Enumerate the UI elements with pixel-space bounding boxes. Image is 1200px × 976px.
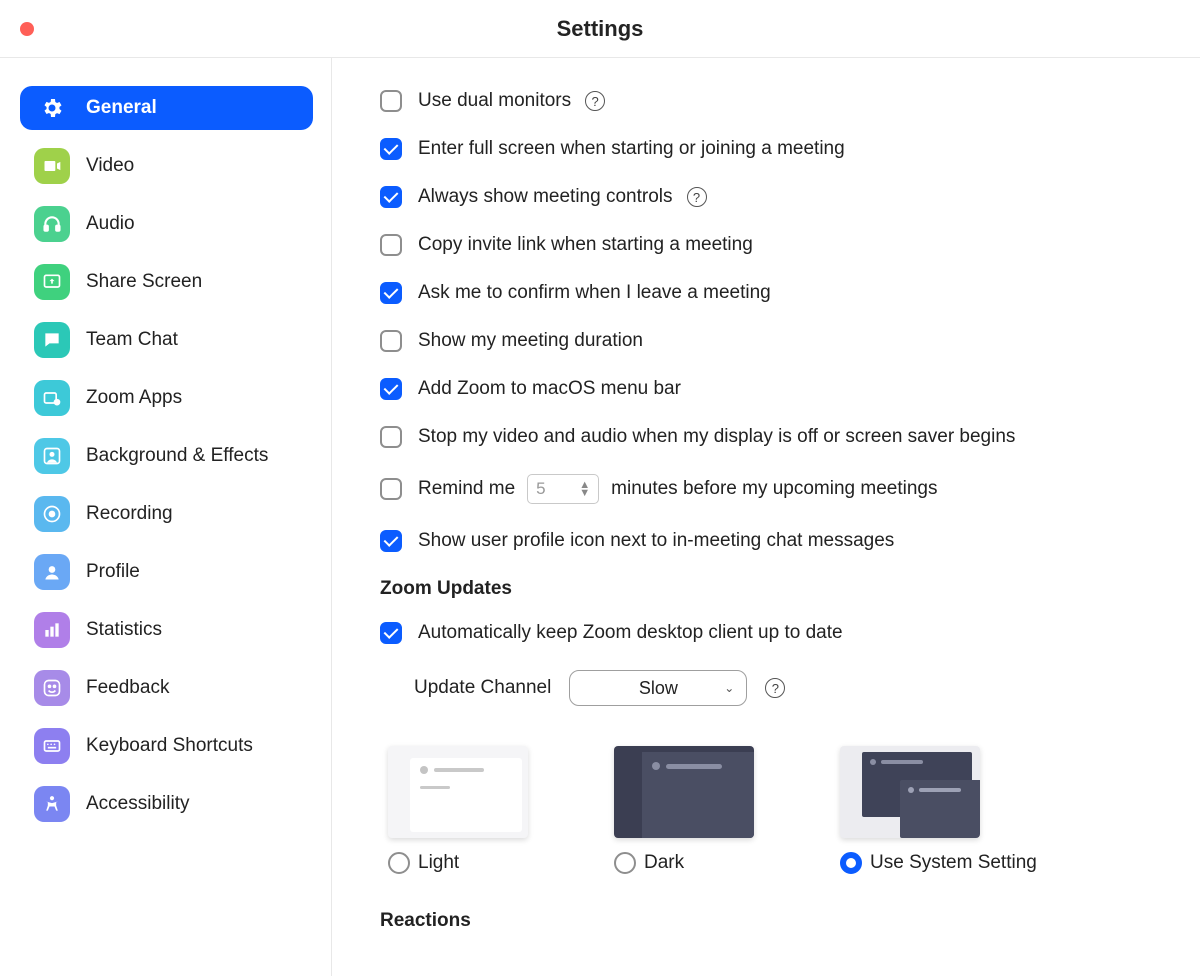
sidebar-item-label: Team Chat (86, 329, 178, 351)
theme-thumbnail-dark (614, 746, 754, 838)
label-copy-invite: Copy invite link when starting a meeting (418, 234, 753, 256)
label-show-duration: Show my meeting duration (418, 330, 643, 352)
chevron-down-icon: ⌄ (724, 681, 734, 695)
record-icon (34, 496, 70, 532)
sidebar-item-zoom-apps[interactable]: Zoom Apps (20, 376, 313, 420)
theme-option-light[interactable]: Light (388, 746, 548, 874)
title-bar: Settings (0, 0, 1200, 58)
help-icon[interactable]: ? (687, 187, 707, 207)
sidebar-item-label: Statistics (86, 619, 162, 641)
theme-thumbnail-light (388, 746, 528, 838)
sidebar-item-label: Background & Effects (86, 445, 268, 467)
accessibility-icon (34, 786, 70, 822)
label-remind-pre: Remind me (418, 478, 515, 500)
checkbox-confirm-leave[interactable] (380, 282, 402, 304)
label-menu-bar: Add Zoom to macOS menu bar (418, 378, 681, 400)
update-channel-value: Slow (639, 678, 678, 699)
checkbox-stop-av[interactable] (380, 426, 402, 448)
sidebar-item-label: Zoom Apps (86, 387, 182, 409)
apps-icon (34, 380, 70, 416)
sidebar: General Video Audio Share Screen Team Ch… (0, 58, 332, 976)
checkbox-remind-me[interactable] (380, 478, 402, 500)
label-dual-monitors: Use dual monitors (418, 90, 571, 112)
sidebar-item-label: Share Screen (86, 271, 202, 293)
section-heading-updates: Zoom Updates (380, 578, 1170, 600)
theme-label: Use System Setting (870, 852, 1037, 874)
label-update-channel: Update Channel (414, 677, 551, 699)
section-heading-reactions: Reactions (380, 910, 1170, 932)
close-window-button[interactable] (20, 22, 34, 36)
checkbox-show-duration[interactable] (380, 330, 402, 352)
label-full-screen: Enter full screen when starting or joini… (418, 138, 845, 160)
keyboard-icon (34, 728, 70, 764)
theme-label: Light (418, 852, 459, 874)
sidebar-item-team-chat[interactable]: Team Chat (20, 318, 313, 362)
checkbox-dual-monitors[interactable] (380, 90, 402, 112)
sidebar-item-label: General (86, 97, 157, 119)
sidebar-item-label: Accessibility (86, 793, 189, 815)
label-stop-av: Stop my video and audio when my display … (418, 426, 1015, 448)
sidebar-item-video[interactable]: Video (20, 144, 313, 188)
settings-content: Use dual monitors ? Enter full screen wh… (332, 58, 1200, 976)
radio-theme-system[interactable] (840, 852, 862, 874)
headphones-icon (34, 206, 70, 242)
radio-theme-dark[interactable] (614, 852, 636, 874)
label-always-controls: Always show meeting controls (418, 186, 673, 208)
theme-label: Dark (644, 852, 684, 874)
sidebar-item-keyboard-shortcuts[interactable]: Keyboard Shortcuts (20, 724, 313, 768)
checkbox-menu-bar[interactable] (380, 378, 402, 400)
sidebar-item-label: Video (86, 155, 134, 177)
sidebar-item-general[interactable]: General (20, 86, 313, 130)
theme-option-dark[interactable]: Dark (614, 746, 774, 874)
video-icon (34, 148, 70, 184)
sidebar-item-statistics[interactable]: Statistics (20, 608, 313, 652)
sidebar-item-label: Audio (86, 213, 135, 235)
remind-minutes-stepper[interactable]: 5 ▲▼ (527, 474, 599, 504)
stepper-arrows-icon: ▲▼ (579, 481, 590, 497)
label-show-profile: Show user profile icon next to in-meetin… (418, 530, 894, 552)
chat-icon (34, 322, 70, 358)
sidebar-item-label: Profile (86, 561, 140, 583)
sidebar-item-label: Recording (86, 503, 173, 525)
checkbox-full-screen[interactable] (380, 138, 402, 160)
update-channel-select[interactable]: Slow ⌄ (569, 670, 747, 706)
sidebar-item-background-effects[interactable]: Background & Effects (20, 434, 313, 478)
label-auto-update: Automatically keep Zoom desktop client u… (418, 622, 843, 644)
radio-theme-light[interactable] (388, 852, 410, 874)
sidebar-item-share-screen[interactable]: Share Screen (20, 260, 313, 304)
sidebar-item-accessibility[interactable]: Accessibility (20, 782, 313, 826)
sidebar-item-audio[interactable]: Audio (20, 202, 313, 246)
sidebar-item-feedback[interactable]: Feedback (20, 666, 313, 710)
help-icon[interactable]: ? (585, 91, 605, 111)
theme-thumbnail-system (840, 746, 980, 838)
checkbox-auto-update[interactable] (380, 622, 402, 644)
sidebar-item-profile[interactable]: Profile (20, 550, 313, 594)
theme-option-system[interactable]: Use System Setting (840, 746, 1040, 874)
sidebar-item-label: Keyboard Shortcuts (86, 735, 253, 757)
sidebar-item-label: Feedback (86, 677, 169, 699)
label-confirm-leave: Ask me to confirm when I leave a meeting (418, 282, 771, 304)
gear-icon (34, 90, 70, 126)
remind-minutes-value: 5 (536, 479, 545, 499)
statistics-icon (34, 612, 70, 648)
feedback-icon (34, 670, 70, 706)
window-title: Settings (557, 16, 644, 42)
sidebar-item-recording[interactable]: Recording (20, 492, 313, 536)
help-icon[interactable]: ? (765, 678, 785, 698)
checkbox-show-profile-icon[interactable] (380, 530, 402, 552)
checkbox-always-controls[interactable] (380, 186, 402, 208)
label-remind-post: minutes before my upcoming meetings (611, 478, 937, 500)
background-icon (34, 438, 70, 474)
checkbox-copy-invite[interactable] (380, 234, 402, 256)
profile-icon (34, 554, 70, 590)
share-screen-icon (34, 264, 70, 300)
